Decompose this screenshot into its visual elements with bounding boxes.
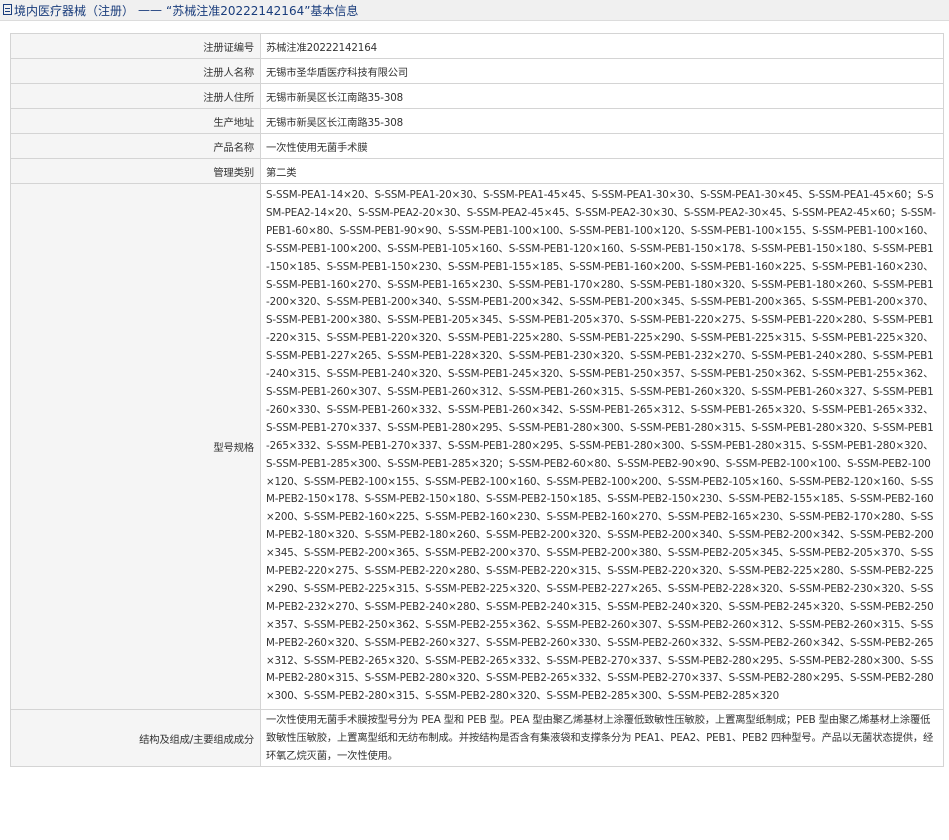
breadcrumb: 境内医疗器械（注册） [14, 3, 135, 18]
table-row: 注册人名称 无锡市圣华盾医疗科技有限公司 [10, 58, 944, 84]
field-label: 注册人名称 [10, 58, 261, 84]
field-value: 无锡市圣华盾医疗科技有限公司 [260, 58, 944, 84]
field-label: 结构及组成/主要组成成分 [10, 709, 261, 767]
table-row: 产品名称 一次性使用无菌手术膜 [10, 133, 944, 159]
device-info-table: 注册证编号 苏械注准20222142164 注册人名称 无锡市圣华盾医疗科技有限… [10, 33, 944, 767]
title-separator: —— [138, 3, 163, 17]
field-value: 无锡市新吴区长江南路35-308 [260, 83, 944, 109]
table-row: 型号规格 S-SSM-PEA1-14×20、S-SSM-PEA1-20×30、S… [10, 182, 944, 711]
field-value: 一次性使用无菌手术膜 [260, 133, 944, 159]
table-row: 管理类别 第二类 [10, 158, 944, 184]
table-row: 注册证编号 苏械注准20222142164 [10, 33, 944, 59]
field-value: 第二类 [260, 158, 944, 184]
field-value: 苏械注准20222142164 [260, 33, 944, 59]
page-title-bar: 境内医疗器械（注册） —— “苏械注准20222142164”基本信息 [0, 0, 949, 21]
field-label: 注册人住所 [10, 83, 261, 109]
field-label: 管理类别 [10, 158, 261, 184]
table-row: 结构及组成/主要组成成分 一次性使用无菌手术膜按型号分为 PEA 型和 PEB … [10, 709, 944, 767]
model-spec-value: S-SSM-PEA1-14×20、S-SSM-PEA1-20×30、S-SSM-… [260, 182, 944, 711]
page-title: “苏械注准20222142164”基本信息 [166, 3, 359, 18]
field-label: 生产地址 [10, 108, 261, 134]
field-value: 无锡市新吴区长江南路35-308 [260, 108, 944, 134]
field-label: 注册证编号 [10, 33, 261, 59]
structure-composition-value: 一次性使用无菌手术膜按型号分为 PEA 型和 PEB 型。PEA 型由聚乙烯基材… [260, 709, 944, 767]
field-label: 产品名称 [10, 133, 261, 159]
document-icon [3, 3, 12, 15]
table-row: 注册人住所 无锡市新吴区长江南路35-308 [10, 83, 944, 109]
table-row: 生产地址 无锡市新吴区长江南路35-308 [10, 108, 944, 134]
field-label: 型号规格 [10, 182, 261, 711]
